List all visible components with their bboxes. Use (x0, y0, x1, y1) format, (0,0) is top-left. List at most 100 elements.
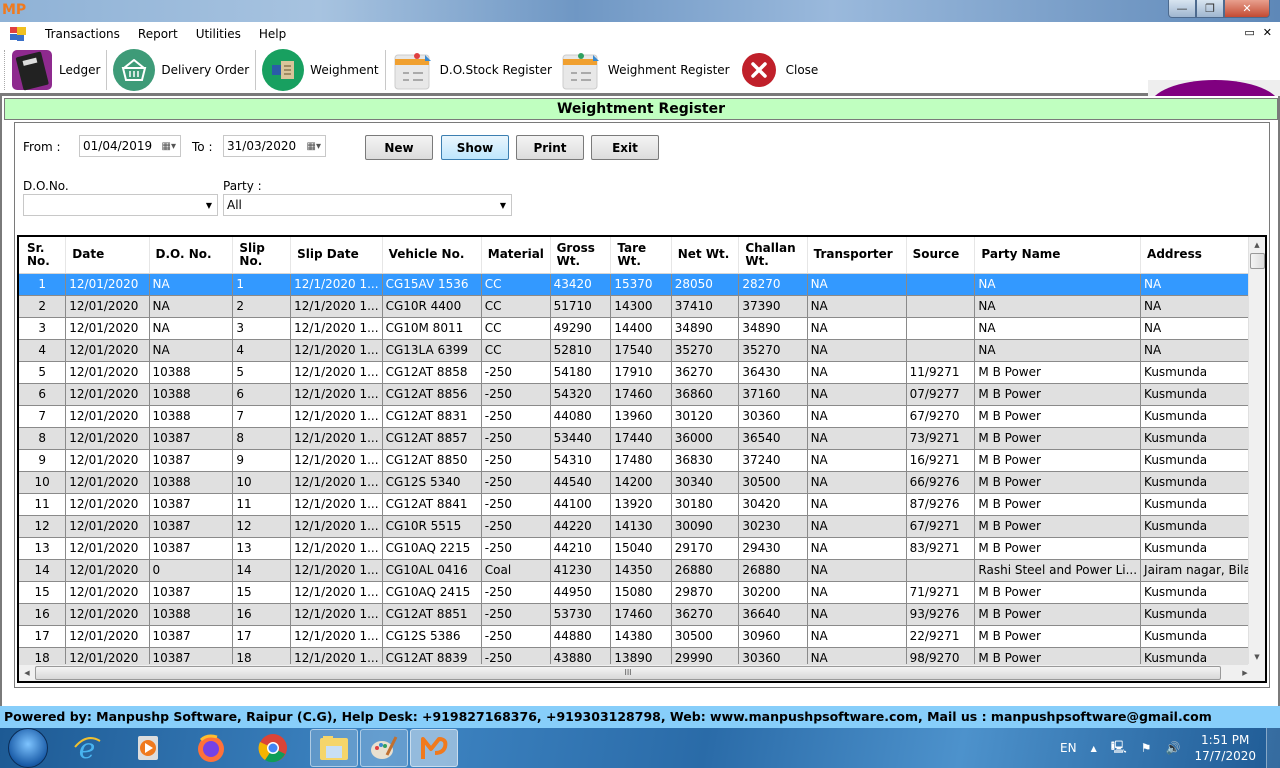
table-cell[interactable]: 37240 (738, 449, 808, 472)
table-cell[interactable]: 14380 (610, 625, 672, 648)
table-cell[interactable]: 10388 (149, 603, 234, 626)
calendar-dropdown-icon[interactable]: ▦▾ (307, 141, 321, 152)
table-cell[interactable]: 36000 (671, 427, 740, 450)
table-cell[interactable]: NA (807, 515, 907, 538)
table-cell[interactable]: -250 (481, 515, 551, 538)
table-cell[interactable]: NA (149, 273, 234, 296)
table-cell[interactable]: 17460 (610, 603, 672, 626)
table-cell[interactable]: 17 (19, 625, 67, 648)
table-cell[interactable] (906, 339, 976, 362)
table-cell[interactable]: 16/9271 (906, 449, 976, 472)
chevron-down-icon[interactable]: ▼ (500, 201, 506, 210)
table-cell[interactable]: CG12AT 8856 (382, 383, 482, 406)
table-row[interactable]: 16 12/01/2020 10388 16 12/1/2020 1... CG12AT … (19, 603, 1265, 626)
table-cell[interactable]: 10 (19, 471, 67, 494)
table-cell[interactable]: 71/9271 (906, 581, 976, 604)
new-button[interactable]: New (365, 135, 433, 160)
from-date-picker[interactable]: 01/04/2019 ▦▾ (79, 135, 181, 157)
table-cell[interactable]: 12/1/2020 1... (290, 273, 383, 296)
table-cell[interactable]: NA (149, 317, 234, 340)
table-cell[interactable]: 12/01/2020 (65, 559, 150, 582)
table-cell[interactable]: Kusmunda (1140, 625, 1265, 648)
table-cell[interactable]: 1 (232, 273, 292, 296)
table-cell[interactable]: 12/1/2020 1... (290, 383, 383, 406)
table-cell[interactable]: NA (974, 317, 1142, 340)
table-cell[interactable]: 10387 (149, 537, 234, 560)
weighment-button[interactable]: Weighment (258, 47, 382, 93)
table-row[interactable]: 11 12/01/2020 10387 11 12/1/2020 1... CG12AT … (19, 493, 1265, 516)
table-cell[interactable]: Rashi Steel and Power Li... (974, 559, 1142, 582)
table-cell[interactable]: NA (807, 493, 907, 516)
column-header[interactable]: Address (1140, 237, 1265, 274)
table-cell[interactable]: NA (1140, 317, 1265, 340)
table-cell[interactable]: 54310 (550, 449, 612, 472)
table-cell[interactable]: 12/1/2020 1... (290, 493, 383, 516)
table-cell[interactable]: 30500 (671, 625, 740, 648)
table-cell[interactable]: -250 (481, 471, 551, 494)
table-cell[interactable]: NA (807, 581, 907, 604)
chevron-down-icon[interactable]: ▼ (206, 201, 212, 210)
table-cell[interactable]: 12/1/2020 1... (290, 405, 383, 428)
table-cell[interactable]: 28050 (671, 273, 740, 296)
minimize-button[interactable]: — (1168, 0, 1196, 18)
table-cell[interactable]: 14 (232, 559, 292, 582)
scroll-left-arrow-icon[interactable]: ◀ (19, 665, 35, 681)
table-cell[interactable]: 44540 (550, 471, 612, 494)
table-cell[interactable]: 12/01/2020 (65, 295, 150, 318)
table-cell[interactable]: Kusmunda (1140, 471, 1265, 494)
table-cell[interactable]: 12/01/2020 (65, 493, 150, 516)
table-cell[interactable]: 12/1/2020 1... (290, 625, 383, 648)
column-header[interactable]: Gross Wt. (550, 237, 612, 274)
table-cell[interactable]: 36430 (738, 361, 808, 384)
table-cell[interactable]: 36540 (738, 427, 808, 450)
table-cell[interactable]: 12/1/2020 1... (290, 317, 383, 340)
table-cell[interactable]: Kusmunda (1140, 537, 1265, 560)
table-cell[interactable]: 30180 (671, 493, 740, 516)
table-cell[interactable]: 30090 (671, 515, 740, 538)
table-cell[interactable]: 30420 (738, 493, 808, 516)
table-cell[interactable]: 37410 (671, 295, 740, 318)
action-center-flag-icon[interactable]: ⚑ (1141, 741, 1152, 755)
table-cell[interactable]: 12/1/2020 1... (290, 537, 383, 560)
table-cell[interactable]: 35270 (738, 339, 808, 362)
horizontal-scroll-thumb[interactable]: III (35, 666, 1221, 680)
column-header[interactable]: Slip No. (232, 237, 292, 274)
weighment-data-grid[interactable]: Sr. No. Date D.O. No. Slip No. Slip Date Vehi… (17, 235, 1267, 683)
table-cell[interactable]: 12/01/2020 (65, 515, 150, 538)
table-cell[interactable]: CC (481, 295, 551, 318)
table-cell[interactable]: 6 (232, 383, 292, 406)
table-cell[interactable]: 12/01/2020 (65, 383, 150, 406)
table-row[interactable]: 1 12/01/2020 NA 1 12/1/2020 1... CG15AV 1536 C… (19, 273, 1265, 296)
table-cell[interactable]: 12/1/2020 1... (290, 559, 383, 582)
table-cell[interactable]: 12/01/2020 (65, 581, 150, 604)
table-cell[interactable]: 14300 (610, 295, 672, 318)
table-cell[interactable]: -250 (481, 405, 551, 428)
table-cell[interactable]: CG12AT 8831 (382, 405, 482, 428)
table-cell[interactable]: 11 (232, 493, 292, 516)
table-cell[interactable]: 29170 (671, 537, 740, 560)
ledger-button[interactable]: Ledger (7, 47, 104, 93)
table-row[interactable]: 3 12/01/2020 NA 3 12/1/2020 1... CG10M 8011 CC… (19, 317, 1265, 340)
paint-icon[interactable] (360, 729, 408, 767)
table-cell[interactable]: 12/1/2020 1... (290, 295, 383, 318)
table-cell[interactable]: 5 (232, 361, 292, 384)
table-cell[interactable]: 8 (232, 427, 292, 450)
table-cell[interactable]: Kusmunda (1140, 581, 1265, 604)
table-cell[interactable]: 12/01/2020 (65, 339, 150, 362)
table-cell[interactable]: Kusmunda (1140, 515, 1265, 538)
table-cell[interactable]: 53440 (550, 427, 612, 450)
start-button[interactable] (8, 728, 48, 768)
table-cell[interactable]: CG13LA 6399 (382, 339, 482, 362)
table-cell[interactable]: 12/1/2020 1... (290, 581, 383, 604)
table-cell[interactable]: 44080 (550, 405, 612, 428)
table-cell[interactable]: M B Power (974, 493, 1142, 516)
table-cell[interactable]: Kusmunda (1140, 493, 1265, 516)
table-cell[interactable]: 3 (19, 317, 67, 340)
table-cell[interactable]: 12/01/2020 (65, 405, 150, 428)
table-cell[interactable]: CG15AV 1536 (382, 273, 482, 296)
table-cell[interactable]: 16 (232, 603, 292, 626)
table-cell[interactable]: 30340 (671, 471, 740, 494)
chrome-icon[interactable] (248, 729, 298, 767)
restore-button[interactable]: ❐ (1196, 0, 1224, 18)
close-window-button[interactable]: ✕ (1224, 0, 1270, 18)
